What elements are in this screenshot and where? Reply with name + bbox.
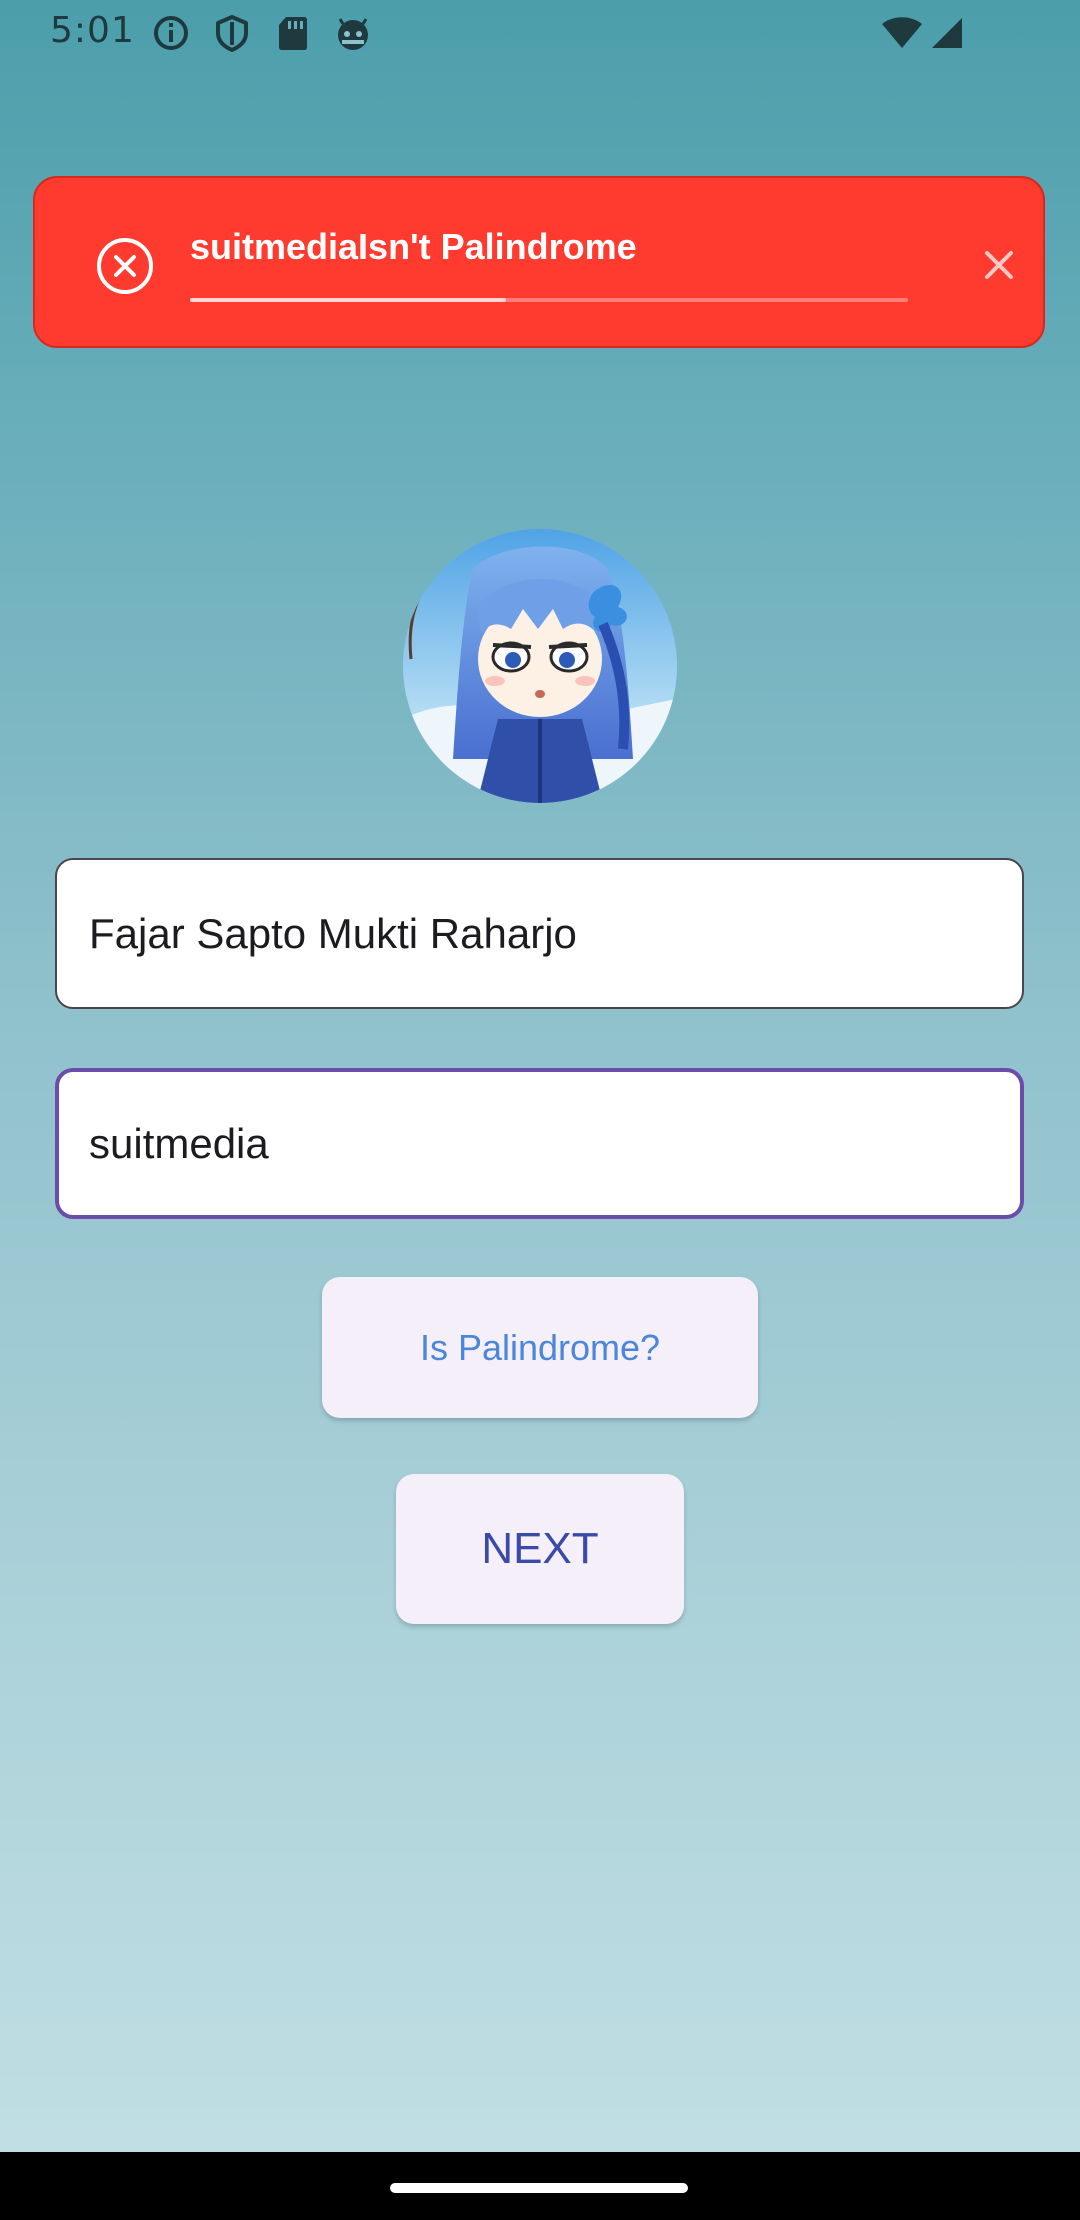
toast-progress-track <box>190 298 908 302</box>
check-palindrome-label: Is Palindrome? <box>419 1326 661 1368</box>
next-button[interactable]: NEXT <box>396 1474 684 1624</box>
error-toast: suitmediaIsn't Palindrome <box>33 176 1045 348</box>
sentence-field-value: suitmedia <box>89 1119 269 1167</box>
close-icon[interactable] <box>970 236 1028 294</box>
status-time: 5:01 <box>50 10 135 51</box>
error-circle-icon <box>97 238 153 294</box>
sd-card-icon <box>279 17 307 50</box>
name-field[interactable]: Fajar Sapto Mukti Raharjo <box>55 858 1024 1009</box>
name-field-value: Fajar Sapto Mukti Raharjo <box>89 909 577 957</box>
toast-progress-fill <box>190 298 506 302</box>
next-label: NEXT <box>481 1524 599 1573</box>
avatar-anime-girl-icon <box>403 529 677 803</box>
sentence-field[interactable]: suitmedia <box>55 1068 1024 1219</box>
cell-signal-icon <box>932 18 962 48</box>
wifi-icon <box>882 17 922 48</box>
avatar[interactable] <box>403 529 677 803</box>
check-palindrome-button[interactable]: Is Palindrome? <box>322 1277 758 1418</box>
info-icon <box>154 16 188 50</box>
shield-icon <box>216 15 248 52</box>
navigation-bar <box>0 2152 1080 2220</box>
android-face-icon <box>338 18 368 50</box>
status-bar: 5:01 <box>0 0 1080 66</box>
home-gesture-handle[interactable] <box>390 2183 688 2193</box>
toast-message: suitmediaIsn't Palindrome <box>190 226 637 267</box>
